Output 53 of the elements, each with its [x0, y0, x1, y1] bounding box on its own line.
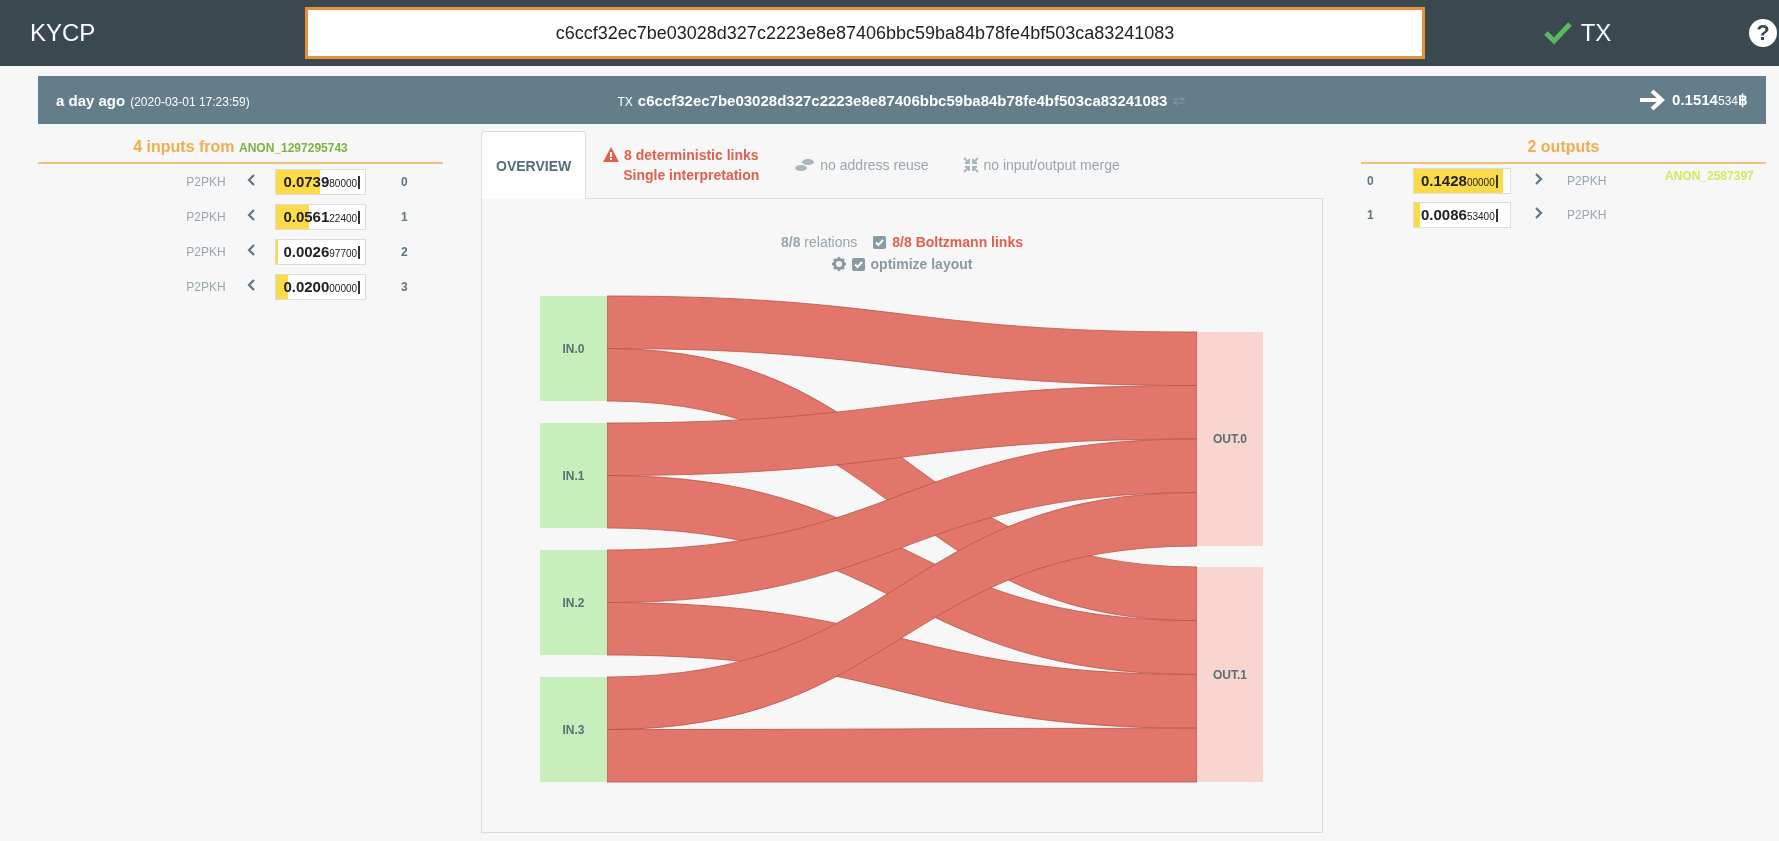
script-type: P2PKH: [185, 210, 226, 224]
checkbox[interactable]: [851, 257, 865, 271]
settings-icon[interactable]: [831, 257, 846, 271]
node-label: OUT.0: [1213, 432, 1247, 446]
tx-age: a day ago: [56, 91, 126, 109]
tx-prefix: TX: [617, 94, 633, 109]
input-index: 1: [400, 210, 409, 224]
tab[interactable]: 8 deterministic links Single interpretation: [586, 131, 777, 198]
node-label: OUT.1: [1213, 667, 1247, 682]
footprints-icon: [795, 158, 816, 172]
search-field[interactable]: c6ccf32ec7be03028d327c2223e8e87406bbc59ba84b78fe4bf503ca83241083: [305, 7, 1425, 59]
tab[interactable]: OVERVIEW: [481, 131, 587, 199]
tx-amount: 0.1514534฿: [1672, 91, 1748, 109]
script-type: P2PKH: [1567, 174, 1608, 188]
input-index: 0: [400, 175, 409, 189]
input-node[interactable]: [540, 423, 607, 528]
amount-value: 0.002697700: [282, 243, 358, 261]
node-label: IN.0: [562, 341, 585, 356]
option-label[interactable]: 8/8 Boltzmann links: [892, 234, 1023, 250]
amount-value: 0.008653400: [1420, 206, 1495, 224]
script-type: P2PKH: [1567, 208, 1608, 222]
output-node[interactable]: [1197, 332, 1263, 546]
outputs-heading: 2 outputs: [1527, 138, 1600, 155]
app-logo[interactable]: KYCP: [0, 19, 305, 47]
script-type: P2PKH: [185, 280, 226, 294]
output-node[interactable]: [1197, 567, 1263, 782]
input-index: 3: [400, 280, 409, 294]
tx-hash: c6ccf32ec7be03028d327c2223e8e87406bbc59ba84b78fe4bf503ca83241083: [637, 91, 1168, 109]
option-label[interactable]: optimize layout: [870, 256, 973, 272]
input-node[interactable]: [540, 550, 607, 655]
node-label: IN.2: [562, 595, 585, 610]
tab[interactable]: no input/output merge: [945, 131, 1137, 198]
amount-value: 0.142800000: [1420, 172, 1495, 190]
output-index: 0: [1366, 174, 1375, 188]
status-label: TX: [1580, 19, 1612, 47]
node-label: IN.1: [562, 468, 585, 483]
tab[interactable]: no address reuse: [776, 131, 946, 198]
cluster-link[interactable]: ANON_1297295743: [239, 141, 348, 155]
checkbox[interactable]: [873, 235, 887, 249]
tx-timestamp: (2020-03-01 17:23:59): [130, 94, 250, 109]
compress-icon: [962, 157, 979, 173]
warning-icon: [603, 147, 620, 162]
inputs-heading: 4 inputs from: [133, 138, 235, 155]
node-label: IN.3: [562, 722, 585, 737]
help-button[interactable]: ?: [1749, 19, 1777, 47]
relations-count: 8/8 relations: [781, 234, 858, 250]
input-index: 2: [400, 245, 409, 259]
arrow-right-icon: [1638, 89, 1667, 111]
input-node[interactable]: [540, 677, 607, 782]
input-node[interactable]: [540, 296, 607, 401]
output-index: 1: [1366, 208, 1375, 222]
script-type: P2PKH: [185, 245, 226, 259]
script-type: P2PKH: [185, 175, 226, 189]
